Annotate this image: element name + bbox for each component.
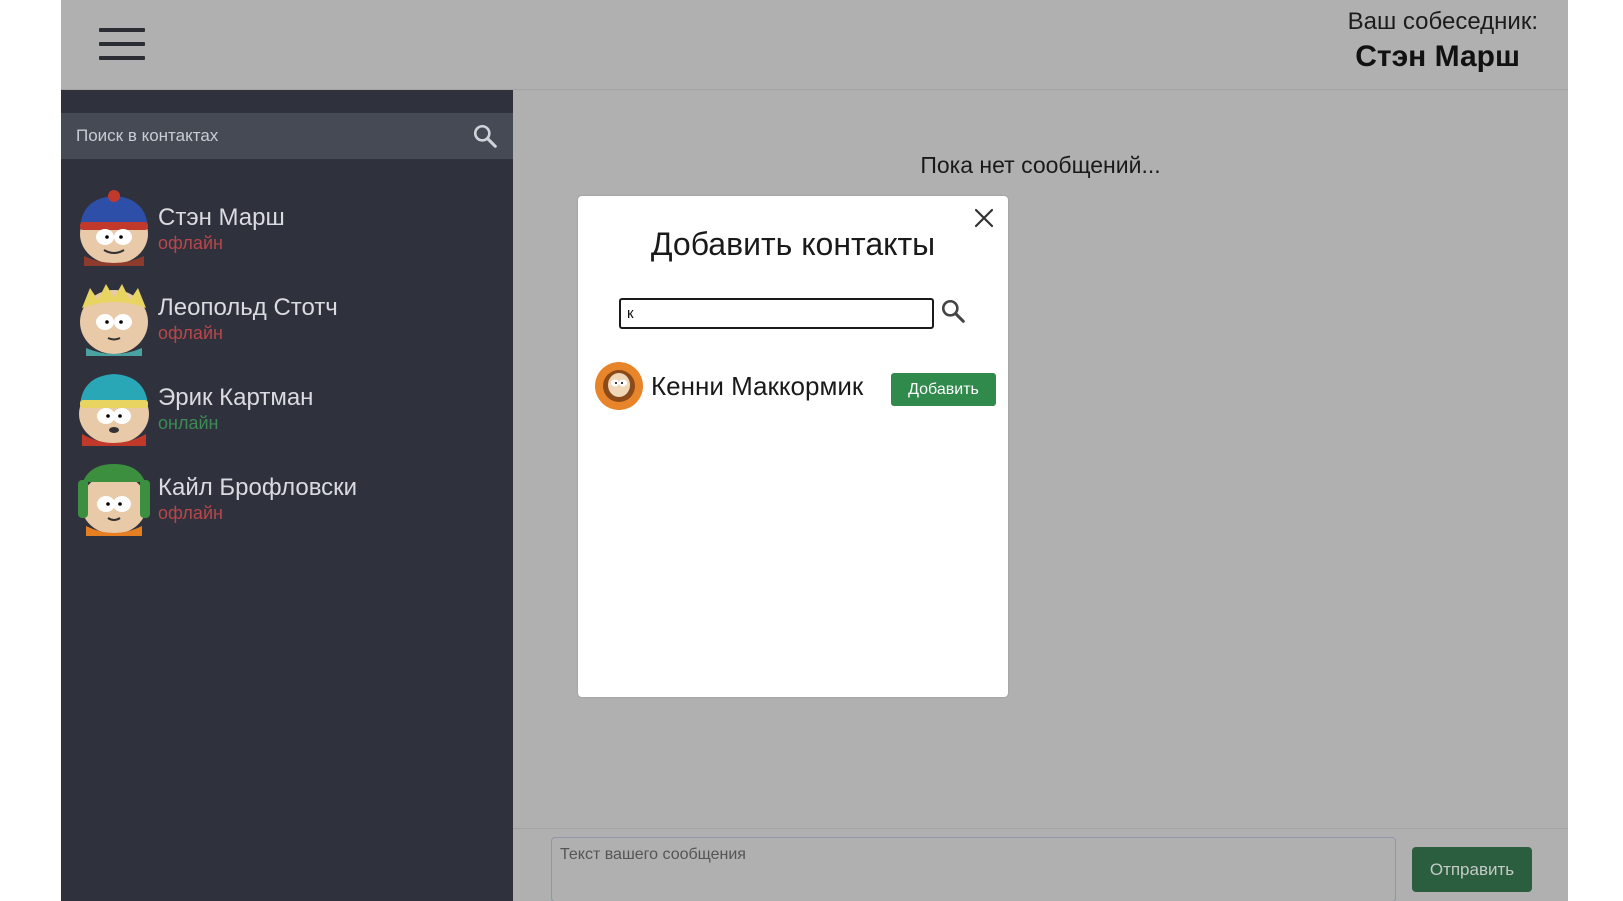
modal-title: Добавить контакты [650,226,936,262]
kyle-avatar [78,464,150,536]
contact-status: офлайн [158,323,223,343]
search-result-item: Кенни Маккормик Добавить [594,361,996,413]
contacts-search-input[interactable] [61,113,461,159]
contact-status: онлайн [158,413,219,433]
stan-avatar [80,190,148,266]
app-window: Ваш собеседник: Стэн Марш Поиск в контак… [61,0,1568,901]
contact-item-stan[interactable]: Стэн Марш офлайн [61,190,513,280]
contact-name: Эрик Картман [158,384,314,411]
add-contact-button[interactable]: Добавить [891,373,996,406]
interlocutor-name: Стэн Марш [1355,40,1520,73]
interlocutor-label: Ваш собеседник: [1347,8,1538,35]
contact-item-leopold[interactable]: Леопольд Стотч офлайн [61,280,513,370]
add-contacts-modal: Добавить контакты Кенни Маккормик Добави… [578,196,1008,697]
contact-item-kyle[interactable]: Кайл Брофловски офлайн [61,460,513,550]
cartman-avatar [79,374,149,446]
contact-name: Кайл Брофловски [158,474,358,501]
contact-name: Леопольд Стотч [158,294,338,321]
search-icon[interactable] [940,298,966,324]
contact-name: Стэн Марш [158,204,285,231]
contact-status: офлайн [158,503,223,523]
hamburger-menu-icon[interactable] [99,28,145,62]
result-name: Кенни Маккормик [651,371,864,401]
contacts-sidebar: Стэн Марш офлайн Леопольд Стотч офлайн [61,90,513,901]
contact-item-eric[interactable]: Эрик Картман онлайн [61,370,513,460]
empty-chat-message: Пока нет сообщений... [920,152,1161,178]
kenny-avatar [595,362,643,410]
message-input[interactable] [551,837,1396,901]
contacts-search [61,113,513,159]
contact-status: офлайн [158,233,223,253]
search-icon[interactable] [472,123,498,149]
message-composer: Отправить [513,828,1568,901]
modal-search-input[interactable] [619,298,934,329]
top-header: Ваш собеседник: Стэн Марш [61,0,1568,90]
contact-list: Стэн Марш офлайн Леопольд Стотч офлайн Э… [61,190,513,550]
butters-avatar [80,284,148,356]
current-interlocutor: Ваш собеседник: Стэн Марш [1348,8,1538,74]
send-button[interactable]: Отправить [1412,847,1532,892]
